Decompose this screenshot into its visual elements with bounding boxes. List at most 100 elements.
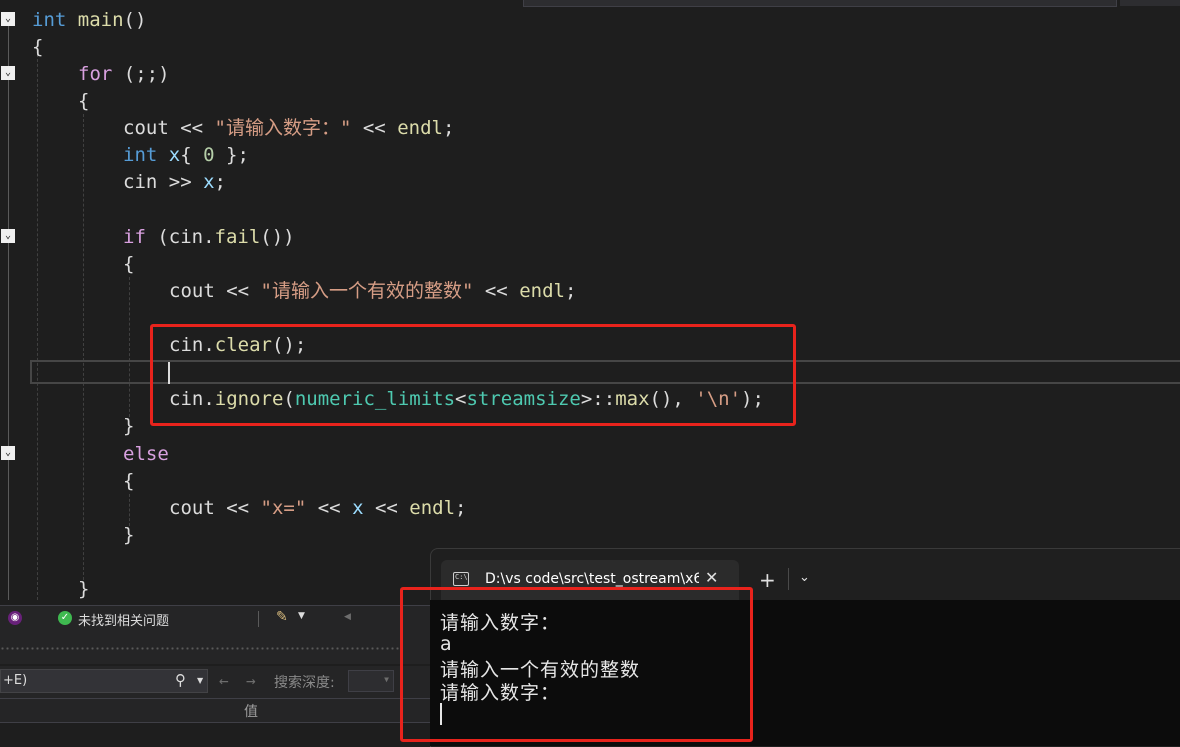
function-name: fail <box>214 226 261 248</box>
operator: << <box>226 280 261 302</box>
keyword: int <box>123 144 158 166</box>
code-line[interactable]: { <box>123 468 134 495</box>
chevron-down-icon[interactable]: ▼ <box>298 611 305 621</box>
code-editor[interactable]: ⌄ ⌄ ⌄ ⌄ int main() { for (;;) { cout << … <box>0 0 1180 605</box>
code-text: { <box>180 144 204 166</box>
code-text: { <box>123 470 135 492</box>
code-text: () <box>123 9 147 31</box>
operator: << <box>306 497 353 519</box>
code-text: } <box>123 415 135 437</box>
keyword: else <box>123 443 169 465</box>
terminal-tab-title: D:\vs code\src\test_ostream\x64\Debug\te… <box>485 571 699 587</box>
code-text: ()) <box>260 226 295 248</box>
function-name: main <box>77 9 124 31</box>
variable: x <box>352 497 364 519</box>
keyword: for <box>78 63 113 85</box>
code-line[interactable]: else <box>123 441 169 468</box>
close-icon[interactable]: ✕ <box>705 568 718 587</box>
variable: x <box>157 144 181 166</box>
code-text: (cin. <box>145 226 215 248</box>
fold-toggle-icon[interactable]: ⌄ <box>1 229 15 243</box>
search-previous-arrow-icon[interactable]: ← <box>219 671 229 690</box>
keyword: int <box>32 9 67 31</box>
code-text: ; <box>442 117 455 139</box>
highlight-box-terminal <box>400 587 753 742</box>
search-depth-label: 搜索深度: <box>274 675 335 691</box>
code-text: ; <box>455 497 467 519</box>
check-circle-icon: ✓ <box>58 611 72 625</box>
code-text: }; <box>214 144 249 166</box>
function-name: endl <box>397 117 443 139</box>
indent-guide <box>83 114 84 580</box>
code-text: cout <box>123 117 181 139</box>
code-line[interactable]: if (cin.fail()) <box>123 224 295 251</box>
code-text: { <box>78 90 90 112</box>
chevron-down-icon[interactable]: ▼ <box>197 676 203 685</box>
code-line[interactable]: cout << "请输入一个有效的整数" << endl; <box>169 278 576 305</box>
search-next-arrow-icon[interactable]: → <box>246 671 256 690</box>
chevron-down-icon[interactable]: ⌄ <box>799 570 810 585</box>
code-line[interactable]: { <box>32 34 43 61</box>
code-text: cout <box>169 497 227 519</box>
code-line[interactable]: cin >> x; <box>123 169 226 196</box>
search-icon[interactable]: ⚲ <box>175 671 186 689</box>
code-line[interactable]: { <box>78 88 89 115</box>
editor-gutter: ⌄ ⌄ ⌄ ⌄ <box>0 0 22 605</box>
fold-toggle-icon[interactable]: ⌄ <box>1 66 15 80</box>
issues-status-text[interactable]: 未找到相关问题 <box>78 610 169 629</box>
editor-top-right-strip <box>1120 0 1180 6</box>
code-text: { <box>32 36 44 58</box>
number-literal: 0 <box>203 144 215 166</box>
search-depth-select[interactable]: ▼ <box>348 670 394 692</box>
code-text: cin <box>123 171 169 193</box>
scroll-left-icon[interactable]: ◀ <box>344 612 351 622</box>
highlight-box-code <box>150 324 796 426</box>
operator: << <box>180 117 215 139</box>
fold-toggle-icon[interactable]: ⌄ <box>1 12 15 26</box>
code-line[interactable]: for (;;) <box>78 61 170 88</box>
variable: x <box>203 171 215 193</box>
string-literal: "请输入数字：" <box>214 117 352 139</box>
code-text: ; <box>564 280 577 302</box>
new-tab-button[interactable]: + <box>759 568 776 592</box>
string-literal: "x=" <box>260 497 307 519</box>
operator: << <box>363 497 410 519</box>
code-line[interactable]: } <box>123 413 134 440</box>
search-input-value: +E) <box>3 673 28 688</box>
operator: << <box>473 280 520 302</box>
code-text: ; <box>214 171 226 193</box>
status-separator <box>258 611 259 627</box>
code-line[interactable]: } <box>78 576 89 603</box>
tab-separator <box>788 568 789 590</box>
editor-navigation-bar[interactable] <box>523 0 1117 7</box>
value-column-header[interactable]: 值 <box>244 701 258 721</box>
code-line[interactable]: } <box>123 522 134 549</box>
status-bar: ◉ ✓ 未找到相关问题 ✎ ▼ ◀ <box>0 605 430 632</box>
operator: >> <box>168 171 204 193</box>
code-text: { <box>123 253 135 275</box>
watch-column-header-row <box>0 698 430 723</box>
fold-toggle-icon[interactable]: ⌄ <box>1 446 15 460</box>
fold-rail <box>8 22 9 600</box>
panel-drag-handle[interactable] <box>0 646 400 652</box>
function-name: endl <box>519 280 565 302</box>
function-name: endl <box>409 497 456 519</box>
string-literal: "请输入一个有效的整数" <box>260 280 474 302</box>
code-text: cout <box>169 280 227 302</box>
keyword: if <box>123 226 146 248</box>
search-input[interactable]: +E) ⚲ ▼ <box>0 669 208 693</box>
copilot-icon[interactable]: ◉ <box>8 611 22 625</box>
operator: << <box>351 117 398 139</box>
console-icon: C:\ <box>453 572 469 586</box>
code-line[interactable]: int x{ 0 }; <box>123 142 249 169</box>
cleanup-brush-icon[interactable]: ✎ <box>276 609 288 625</box>
code-text: (;;) <box>112 63 170 85</box>
code-line[interactable]: cout << "请输入数字：" << endl; <box>123 115 454 142</box>
code-line[interactable]: { <box>123 251 134 278</box>
indent-guide <box>129 277 130 417</box>
code-line[interactable]: int main() <box>32 7 146 34</box>
code-text: } <box>78 578 90 600</box>
operator: << <box>226 497 261 519</box>
code-line[interactable]: cout << "x=" << x << endl; <box>169 495 467 522</box>
code-text: } <box>123 524 135 546</box>
